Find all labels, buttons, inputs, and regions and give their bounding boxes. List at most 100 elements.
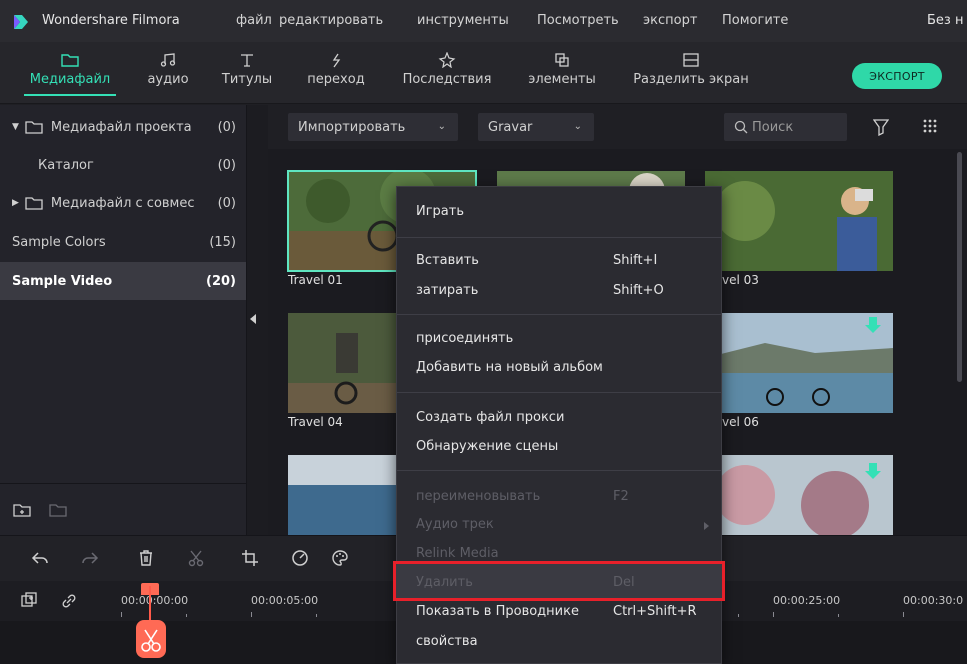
collapse-panel-arrow-icon[interactable] [250, 314, 256, 324]
ruler-tick [838, 614, 839, 617]
ctx-item-show-in-explorer[interactable]: Показать в Проводнике [416, 604, 579, 619]
folder-icon [25, 121, 43, 134]
ctx-item-insert[interactable]: Вставить [416, 253, 479, 268]
import-dropdown[interactable]: Импортировать ⌄ [288, 113, 458, 141]
main-toolbar: Медиафайл аудио Титулы переход Последств… [0, 42, 967, 104]
ctx-item-add-to-new-album[interactable]: Добавить на новый альбом [416, 360, 603, 375]
filmora-logo-icon [14, 15, 28, 29]
ruler-tick [738, 614, 739, 617]
search-input[interactable]: Поиск [724, 113, 847, 141]
expand-arrow-icon[interactable]: ▼ [12, 122, 19, 132]
transition-icon [332, 53, 341, 68]
menu-edit[interactable]: редактировать [279, 13, 383, 28]
export-button[interactable]: ЭКСПОРТ [852, 63, 942, 89]
ctx-item-properties[interactable]: свойства [416, 634, 478, 649]
tab-split-screen[interactable]: Разделить экран [632, 42, 750, 104]
split-scissors-button[interactable] [136, 620, 166, 658]
library-item-sample-colors[interactable]: Sample Colors (15) [0, 223, 246, 261]
menu-separator [397, 314, 721, 315]
menu-file[interactable]: файл [236, 13, 272, 28]
active-tab-underline [24, 94, 116, 96]
tab-elements[interactable]: элементы [524, 42, 600, 104]
tab-audio[interactable]: аудио [140, 42, 196, 104]
split-screen-icon [683, 53, 699, 67]
library-item-shared-media[interactable]: ▶ Медиафайл с совмес (0) [0, 184, 246, 222]
submenu-arrow-icon [704, 522, 709, 530]
video-thumbnail-image [705, 313, 893, 413]
thumbnail-label: Travel 04 [288, 415, 343, 429]
new-folder-icon[interactable] [12, 502, 32, 518]
color-palette-icon[interactable] [330, 548, 350, 568]
link-icon[interactable] [60, 592, 78, 610]
shortcut-label: Shift+I [613, 253, 658, 268]
ruler-tick [773, 612, 774, 617]
menu-view[interactable]: Посмотреть [537, 13, 619, 28]
scissors-icon[interactable] [186, 548, 206, 568]
library-item-catalog[interactable]: Каталог (0) [0, 146, 246, 184]
folder-icon [25, 197, 43, 210]
ctx-item-append[interactable]: присоединять [416, 331, 513, 346]
shortcut-label: F2 [613, 489, 629, 504]
media-thumbnail-travel-06[interactable] [705, 313, 893, 413]
music-note-icon [160, 53, 176, 67]
library-footer [0, 483, 246, 535]
tab-titles[interactable]: Титулы [218, 42, 276, 104]
library-item-project-media[interactable]: ▼ Медиафайл проекта (0) [0, 108, 246, 146]
timecode-label: 00:00:30:0 [903, 594, 964, 607]
tab-media[interactable]: Медиафайл [24, 42, 116, 104]
shortcut-label: Ctrl+Shift+R [613, 604, 697, 619]
search-icon [734, 120, 748, 134]
ctx-item-play[interactable]: Играть [416, 204, 464, 219]
video-thumbnail-image [705, 455, 893, 535]
library-item-sample-video[interactable]: Sample Video (20) [0, 262, 246, 300]
crop-icon[interactable] [240, 548, 260, 568]
ruler-tick [251, 612, 252, 617]
expand-arrow-icon[interactable]: ▶ [12, 198, 19, 208]
scissors-icon [141, 629, 161, 652]
add-track-icon[interactable] [20, 592, 38, 610]
elements-icon [555, 53, 569, 67]
chevron-down-icon: ⌄ [437, 121, 446, 132]
effects-sparkle-icon [438, 52, 456, 68]
record-dropdown[interactable]: Gravar ⌄ [478, 113, 594, 141]
chevron-down-icon: ⌄ [573, 121, 582, 132]
media-thumbnail-travel-09[interactable] [705, 455, 893, 535]
timecode-label: 00:00:00:00 [121, 594, 189, 607]
menu-separator [397, 392, 721, 393]
media-library-panel: ▼ Медиафайл проекта (0) Каталог (0) ▶ Ме… [0, 105, 246, 535]
video-thumbnail-image [705, 171, 893, 271]
ruler-tick [316, 614, 317, 617]
ctx-item-rename: переименовывать [416, 489, 541, 504]
timecode-label: 00:00:05:00 [251, 594, 319, 607]
menu-export[interactable]: экспорт [643, 13, 697, 28]
tab-effects[interactable]: Последствия [398, 42, 496, 104]
ctx-item-overwrite[interactable]: затирать [416, 283, 478, 298]
ctx-item-relink-media: Relink Media [416, 546, 499, 561]
ctx-item-audio-track: Аудио трек [416, 517, 494, 532]
ruler-tick [121, 612, 122, 617]
undo-icon[interactable] [30, 548, 50, 568]
media-scrollbar[interactable] [957, 152, 962, 382]
thumbnail-label: vel 03 [722, 273, 759, 287]
highlight-annotation-box [393, 561, 725, 601]
filter-icon[interactable] [873, 118, 889, 136]
ctx-item-create-proxy[interactable]: Создать файл прокси [416, 410, 564, 425]
menu-separator [397, 237, 721, 238]
media-toolbar: Импортировать ⌄ Gravar ⌄ [268, 105, 967, 149]
tab-transitions[interactable]: переход [304, 42, 368, 104]
media-thumbnail-travel-03[interactable] [705, 171, 893, 271]
ctx-item-scene-detection[interactable]: Обнаружение сцены [416, 439, 558, 454]
shortcut-label: Shift+O [613, 283, 664, 298]
redo-icon[interactable] [80, 548, 100, 568]
menu-tools[interactable]: инструменты [417, 13, 509, 28]
speed-gauge-icon[interactable] [290, 548, 310, 568]
menu-help[interactable]: Помогите [722, 13, 788, 28]
trash-icon[interactable] [136, 548, 156, 568]
timecode-label: 00:00:25:00 [773, 594, 841, 607]
title-bar: Wondershare Filmora файл редактировать и… [0, 0, 967, 42]
folder-outline-icon[interactable] [48, 502, 68, 518]
grid-view-icon[interactable] [922, 118, 938, 134]
thumbnail-label: vel 06 [722, 415, 759, 429]
project-title: Без н [927, 13, 964, 28]
folder-icon [61, 54, 79, 67]
